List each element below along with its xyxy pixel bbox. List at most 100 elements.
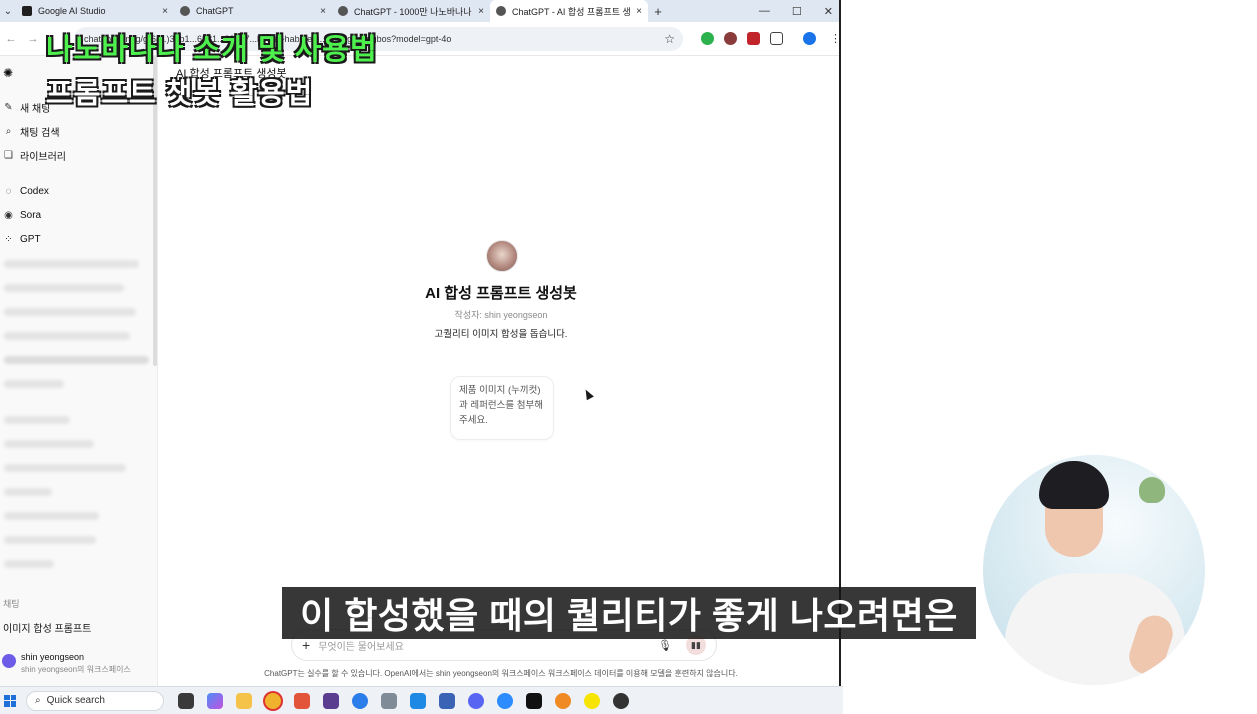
search-icon: ⌕: [35, 695, 41, 706]
blurred-project-row[interactable]: [4, 464, 126, 472]
blurred-gpt-row[interactable]: [4, 308, 136, 316]
presenter-video-bubble: [983, 455, 1205, 685]
conversation-starter-card[interactable]: 제품 이미지 (누끼컷)과 레퍼런스를 첨부해주세요.: [450, 376, 554, 440]
video-title-caption: 나노바나나 소개 및 사용법: [46, 34, 378, 66]
chrome-icon[interactable]: [265, 692, 281, 709]
new-tab-button[interactable]: +: [648, 4, 668, 19]
user-profile[interactable]: shin yeongseon shin yeongseon의 워크스페이스: [2, 652, 131, 675]
tab-chatgpt-ai-composite[interactable]: ChatGPT - AI 합성 프롬프트 생 ×: [490, 0, 648, 22]
search-app-icon[interactable]: [555, 692, 571, 709]
background-plant: [1139, 477, 1165, 503]
back-icon[interactable]: ←: [0, 33, 22, 45]
kakaotalk-icon[interactable]: [584, 692, 600, 709]
blurred-gpt-row[interactable]: [4, 260, 139, 268]
notepad-icon[interactable]: [439, 692, 455, 709]
taskbar-apps: [178, 692, 629, 709]
spoken-subtitle: 이 합성했을 때의 퀄리티가 좋게 나오려면은: [282, 587, 976, 639]
blurred-gpt-row[interactable]: [4, 332, 130, 340]
notion-icon[interactable]: [526, 692, 542, 709]
gpt-description: 고퀄리티 이미지 합성을 돕습니다.: [434, 329, 568, 340]
extensions-puzzle-icon[interactable]: [770, 32, 783, 45]
sidebar-item-sora[interactable]: ◉ Sora: [3, 210, 41, 221]
sidebar-item-codex[interactable]: ◌ Codex: [3, 186, 49, 197]
video-subtitle-caption: 프롬프트 챗봇 활용법: [46, 78, 314, 110]
tab-label: ChatGPT: [196, 6, 234, 16]
sidebar-item-gpt[interactable]: ⁘ GPT: [3, 234, 40, 245]
presenter-hair: [1039, 461, 1109, 509]
library-icon: ❏: [4, 150, 13, 161]
blurred-project-row[interactable]: [4, 536, 96, 544]
codex-icon: ◌: [5, 186, 12, 197]
close-window-icon[interactable]: ✕: [824, 5, 833, 18]
close-tab-icon[interactable]: ×: [162, 6, 168, 17]
sidebar-item-label: Sora: [20, 210, 42, 221]
sidebar-chat-item[interactable]: 이미지 합성 프롬프트: [3, 620, 91, 635]
calculator-icon[interactable]: [381, 692, 397, 709]
disclaimer-text: ChatGPT는 실수를 할 수 있습니다. OpenAI에서는 shin ye…: [264, 669, 738, 678]
blurred-gpt-row[interactable]: [4, 284, 124, 292]
edge-icon[interactable]: [352, 692, 368, 709]
microphone-icon[interactable]: 🎙: [658, 639, 672, 652]
sidebar-item-new-chat[interactable]: ✎ 새 채팅: [3, 100, 50, 115]
sidebar-item-label: 라이브러리: [20, 152, 66, 163]
close-tab-icon[interactable]: ×: [320, 6, 326, 17]
sora-icon: ◉: [4, 210, 13, 221]
blurred-project-row[interactable]: [4, 512, 99, 520]
sidebar-section-chats: 채팅: [3, 599, 20, 609]
tab-google-ai-studio[interactable]: Google AI Studio ×: [16, 0, 174, 22]
extension-s-icon[interactable]: [747, 32, 760, 45]
extension-green-icon[interactable]: [701, 32, 714, 45]
tab-label: ChatGPT - 1000만 나노바나나: [354, 6, 472, 17]
profile-avatar[interactable]: [803, 32, 816, 45]
windows-start-icon[interactable]: [4, 694, 16, 707]
mouse-cursor-icon: [582, 387, 594, 401]
taskbar-search-placeholder: Quick search: [46, 695, 105, 706]
google-ai-studio-favicon-icon: [22, 6, 32, 16]
maximize-icon[interactable]: ☐: [792, 5, 802, 18]
blurred-gpt-row[interactable]: [4, 380, 64, 388]
chatgpt-favicon-icon: [180, 6, 190, 16]
zoom-icon[interactable]: [497, 692, 513, 709]
slack-icon[interactable]: [323, 692, 339, 709]
app-red-icon[interactable]: [294, 692, 310, 709]
copilot-icon[interactable]: [207, 692, 223, 709]
star-icon[interactable]: ☆: [664, 32, 675, 46]
browser-menu-icon[interactable]: ⋮: [830, 32, 839, 45]
tab-label: ChatGPT - AI 합성 프롬프트 생: [512, 6, 631, 17]
tab-chatgpt[interactable]: ChatGPT ×: [174, 0, 332, 22]
app-blue-icon[interactable]: [410, 692, 426, 709]
discord-icon[interactable]: [468, 692, 484, 709]
task-view-icon[interactable]: [178, 692, 194, 709]
gpt-avatar: [486, 240, 518, 272]
gpt-name: AI 합성 프롬프트 생성봇: [425, 285, 577, 302]
tab-search-chevron-icon[interactable]: ⌄: [0, 6, 16, 17]
blurred-project-row[interactable]: [4, 440, 94, 448]
sidebar-item-label: Codex: [20, 186, 49, 197]
app-dark-icon[interactable]: [613, 692, 629, 709]
blurred-project-row[interactable]: [4, 488, 52, 496]
close-tab-icon[interactable]: ×: [636, 6, 642, 17]
sidebar-item-label: 채팅 검색: [20, 128, 60, 139]
extension-cookie-icon[interactable]: [724, 32, 737, 45]
sidebar-item-search-chats[interactable]: ⌕ 채팅 검색: [3, 124, 60, 139]
taskbar-search-input[interactable]: ⌕ Quick search: [26, 690, 164, 711]
blurred-gpt-row[interactable]: [4, 356, 149, 364]
chatgpt-favicon-icon: [496, 6, 506, 16]
blurred-project-row[interactable]: [4, 416, 70, 424]
close-tab-icon[interactable]: ×: [478, 6, 484, 17]
new-chat-icon: ✎: [4, 102, 13, 113]
attach-plus-icon[interactable]: +: [302, 637, 310, 653]
file-explorer-icon[interactable]: [236, 692, 252, 709]
blurred-project-row[interactable]: [4, 560, 54, 568]
search-icon: ⌕: [5, 126, 12, 137]
tab-chatgpt-nanobanana[interactable]: ChatGPT - 1000만 나노바나나 ×: [332, 0, 490, 22]
gpt-grid-icon: ⁘: [4, 234, 13, 245]
minimize-icon[interactable]: —: [759, 5, 770, 17]
sidebar-item-library[interactable]: ❏ 라이브러리: [3, 148, 66, 163]
sidebar-chat-label: 이미지 합성 프롬프트: [3, 624, 92, 635]
chatgpt-favicon-icon: [338, 6, 348, 16]
openai-logo-icon[interactable]: ✺: [3, 66, 13, 80]
screen: ⌄ Google AI Studio × ChatGPT × ChatGPT -…: [0, 0, 1257, 714]
forward-icon[interactable]: →: [22, 33, 44, 45]
tab-bar: ⌄ Google AI Studio × ChatGPT × ChatGPT -…: [0, 0, 839, 22]
